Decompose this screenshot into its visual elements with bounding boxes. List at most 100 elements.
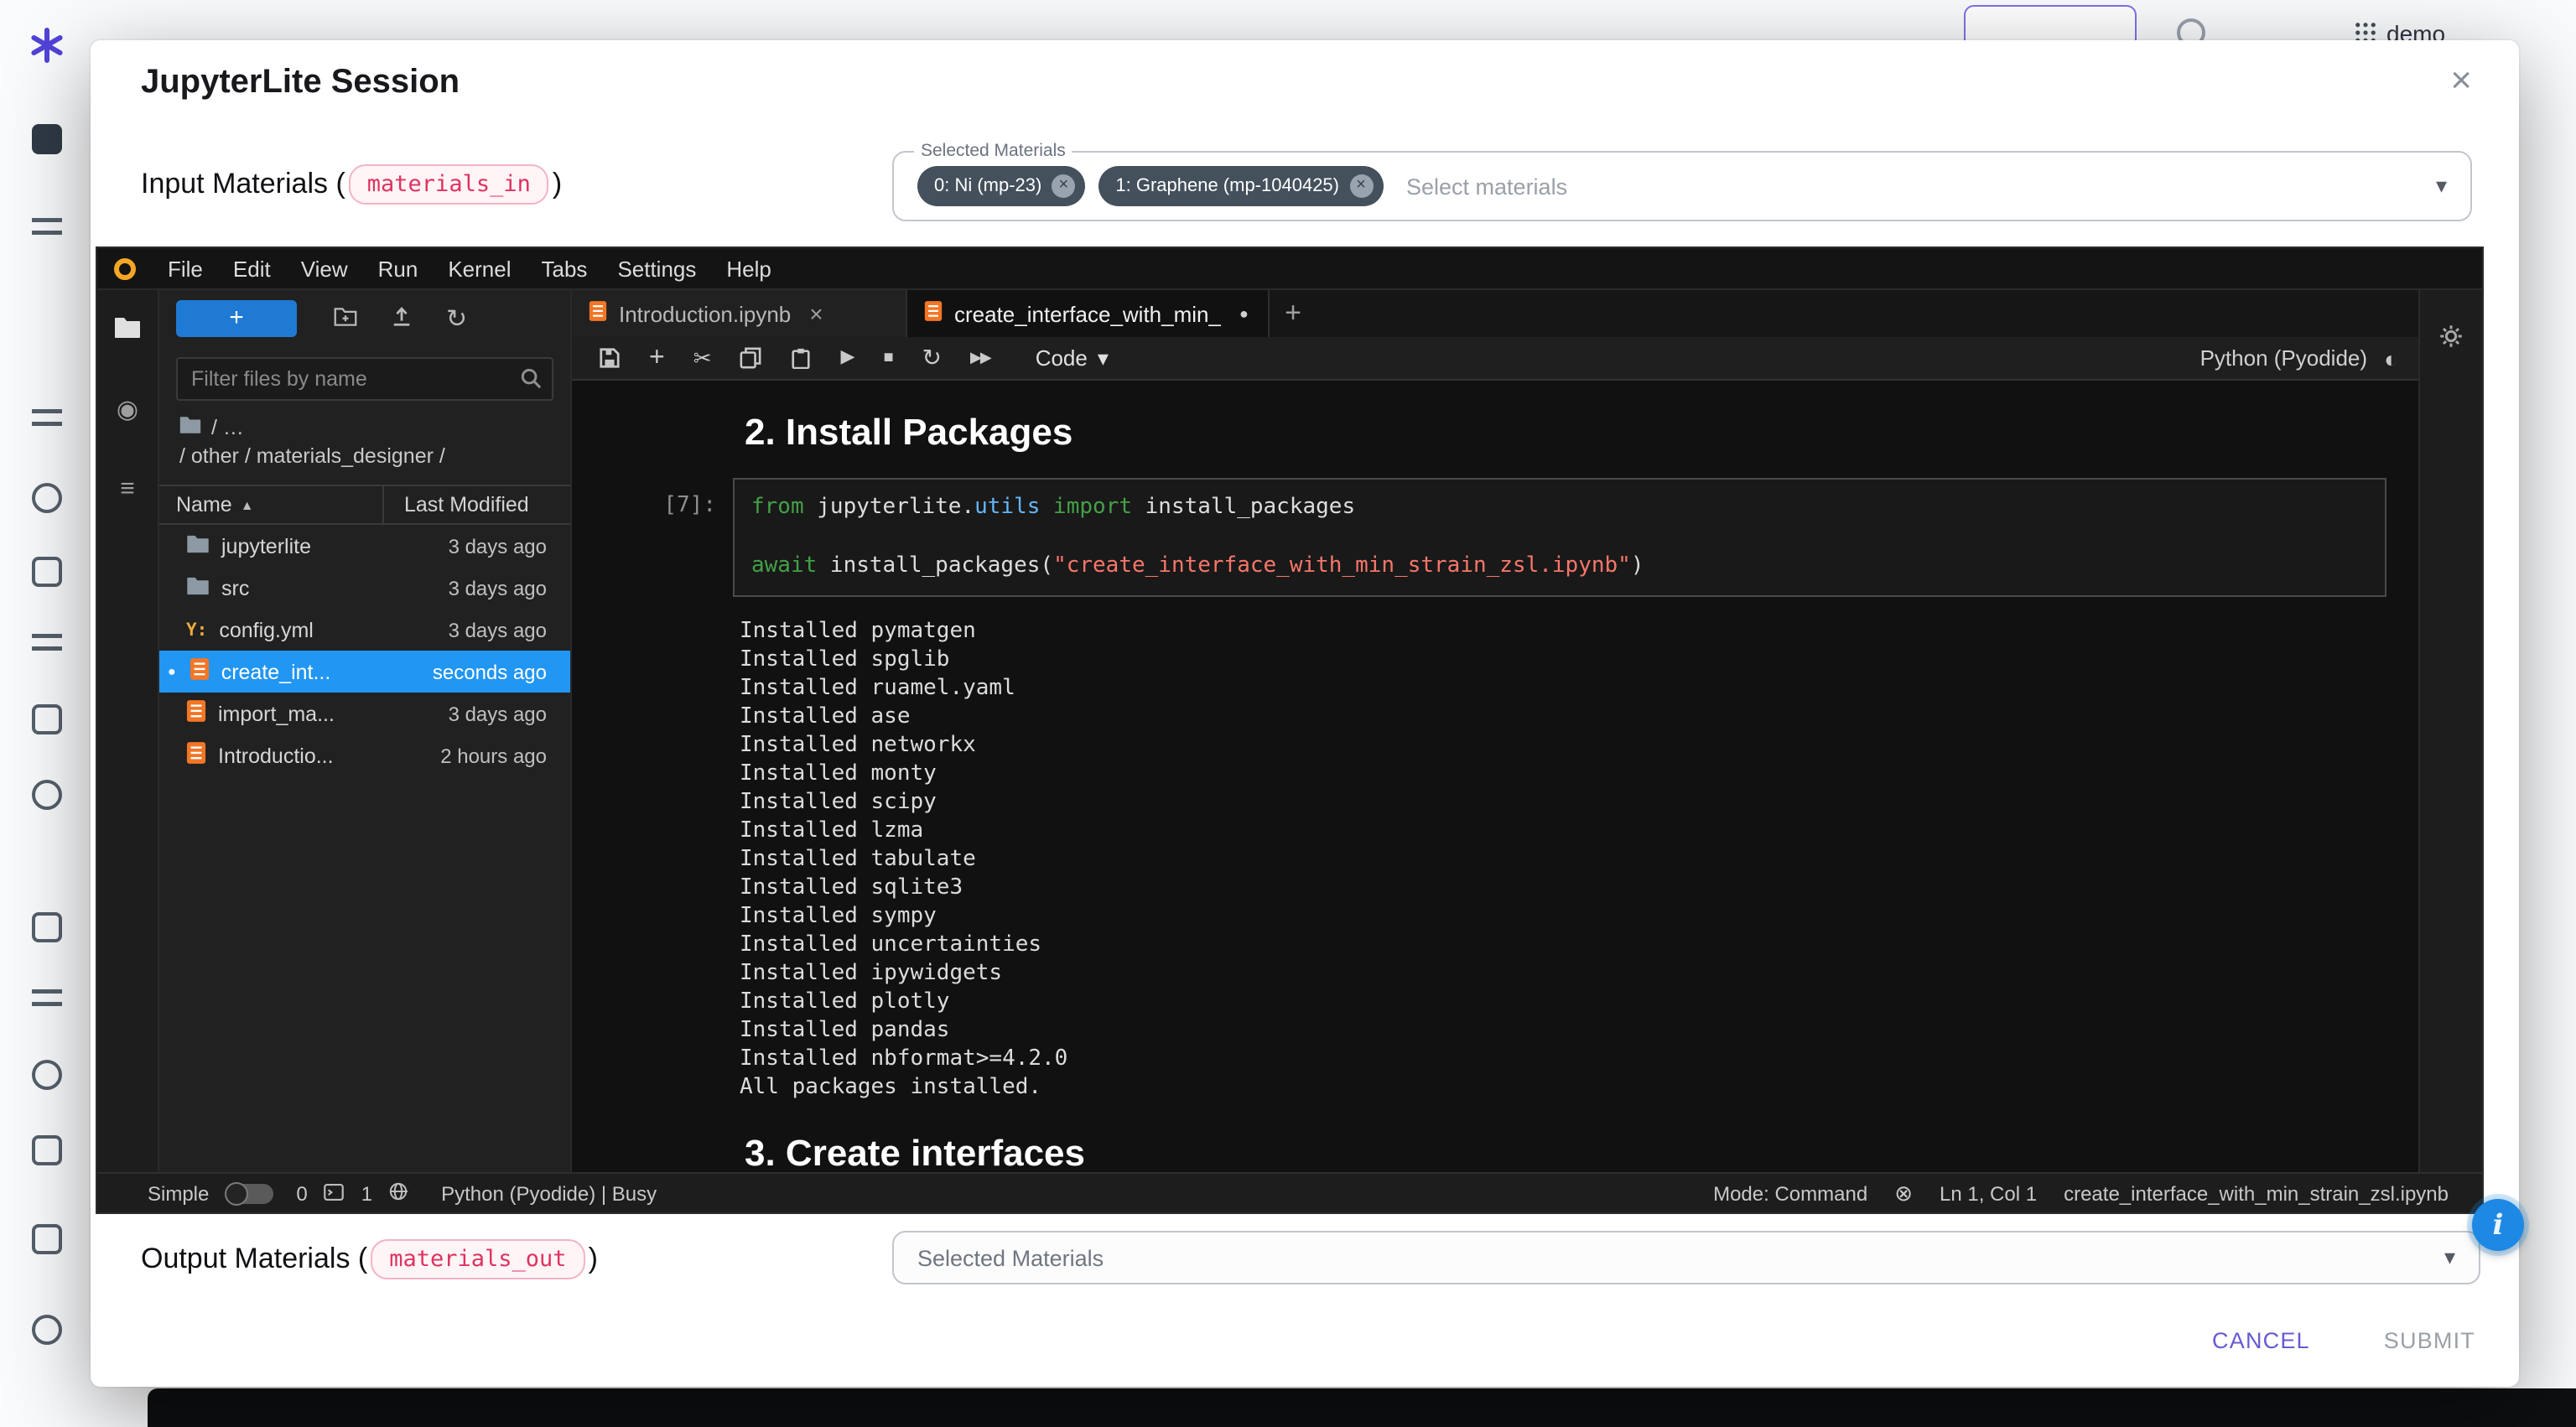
code-cell[interactable]: from jupyterlite.utils import install_pa…: [733, 478, 2386, 596]
file-filter-input[interactable]: [176, 357, 553, 401]
globe-icon: [389, 1181, 408, 1205]
tab-bar: Introduction.ipynb × create_interface_wi…: [572, 290, 2418, 337]
app-sidebar-icon[interactable]: [32, 704, 62, 734]
app-sidebar-icon[interactable]: [32, 218, 62, 243]
app-sidebar-icon[interactable]: [32, 1060, 62, 1090]
chip-close-icon[interactable]: ×: [1052, 174, 1075, 198]
breadcrumb[interactable]: / … / other / materials_designer /: [159, 407, 570, 471]
column-name[interactable]: Name▲: [159, 493, 382, 516]
restart-run-all-icon[interactable]: ▶▶: [970, 347, 990, 369]
file-row[interactable]: jupyterlite 3 days ago: [159, 525, 570, 567]
file-modified: 3 days ago: [449, 702, 570, 725]
simple-mode-toggle[interactable]: [226, 1183, 273, 1203]
selected-materials-select[interactable]: Selected Materials 0: Ni (mp-23)× 1: Gra…: [892, 151, 2472, 221]
code-line: from jupyterlite.utils import install_pa…: [751, 493, 2368, 522]
tab-introduction[interactable]: Introduction.ipynb ×: [572, 290, 907, 337]
app-sidebar-icon[interactable]: [32, 1224, 62, 1254]
file-row[interactable]: src 3 days ago: [159, 567, 570, 609]
cursor-position[interactable]: Ln 1, Col 1: [1940, 1181, 2037, 1205]
file-filter: [176, 357, 553, 401]
close-icon[interactable]: ×: [2450, 60, 2472, 101]
refresh-icon[interactable]: ↻: [446, 306, 467, 331]
paste-cell-icon[interactable]: [791, 347, 813, 369]
tab-dirty-icon[interactable]: ●: [1239, 305, 1249, 322]
file-name: create_int...: [221, 660, 331, 683]
code-line-empty: [751, 522, 2368, 552]
notebook-toolbar: + ✂ ▶ ■ ↻ ▶▶ Code▾ Python (Pyodide) ◐: [572, 337, 2418, 381]
cut-cell-icon[interactable]: ✂: [693, 347, 712, 369]
insert-cell-icon[interactable]: +: [649, 347, 665, 369]
kernel-status-text[interactable]: Python (Pyodide) | Busy: [441, 1181, 657, 1205]
table-of-contents-icon[interactable]: ≡: [120, 476, 135, 501]
menu-help[interactable]: Help: [711, 256, 787, 281]
app-sidebar: [0, 40, 91, 1427]
tab-close-icon[interactable]: ×: [809, 300, 823, 327]
file-row-selected[interactable]: ● create_int... seconds ago: [159, 651, 570, 693]
property-inspector-icon[interactable]: [2438, 324, 2464, 1172]
material-chip[interactable]: 1: Graphene (mp-1040425)×: [1098, 166, 1383, 206]
menu-kernel[interactable]: Kernel: [433, 256, 526, 281]
file-row[interactable]: Introductio... 2 hours ago: [159, 734, 570, 776]
add-tab-icon[interactable]: +: [1270, 290, 1317, 337]
menu-run[interactable]: Run: [363, 256, 434, 281]
cell-type-dropdown[interactable]: Code▾: [1036, 345, 1109, 371]
app-sidebar-icon[interactable]: [32, 557, 62, 587]
copy-cell-icon[interactable]: [740, 347, 762, 369]
app-sidebar-icon[interactable]: [32, 124, 62, 154]
materials-out-chip: materials_out: [371, 1239, 584, 1279]
toggle-knob: [224, 1181, 247, 1205]
menu-settings[interactable]: Settings: [602, 256, 711, 281]
menu-view[interactable]: View: [286, 256, 363, 281]
app-sidebar-icon[interactable]: [32, 989, 62, 1014]
app-sidebar-icon[interactable]: [32, 409, 62, 434]
input-label-prefix: Input Materials (: [141, 168, 345, 200]
menu-tabs[interactable]: Tabs: [527, 256, 603, 281]
kernel-name[interactable]: Python (Pyodide): [2200, 345, 2367, 371]
mode-indicator[interactable]: Mode: Command: [1713, 1181, 1867, 1205]
app-sidebar-icon[interactable]: [32, 912, 62, 942]
tab-create-interface[interactable]: create_interface_with_min_ ●: [907, 290, 1270, 337]
token-plain: jupyterlite.: [804, 495, 975, 520]
menu-file[interactable]: File: [153, 256, 218, 281]
chevron-down-icon[interactable]: ▾: [2436, 173, 2447, 200]
column-modified-label: Last Modified: [404, 493, 529, 516]
menu-edit[interactable]: Edit: [218, 256, 286, 281]
new-launcher-button[interactable]: +: [176, 300, 297, 337]
input-label-suffix: ): [553, 168, 562, 200]
breadcrumb-root[interactable]: / …: [211, 414, 244, 443]
breadcrumb-path[interactable]: / other / materials_designer /: [179, 443, 445, 471]
simple-mode-label: Simple: [148, 1181, 209, 1205]
file-name: jupyterlite: [221, 534, 311, 558]
file-row[interactable]: Y: config.yml 3 days ago: [159, 609, 570, 651]
file-row[interactable]: import_ma... 3 days ago: [159, 693, 570, 734]
upload-icon[interactable]: [391, 305, 413, 332]
jupyterlite-session-modal: JupyterLite Session × Input Materials (m…: [91, 40, 2519, 1387]
notebook-icon: [186, 699, 206, 728]
interrupt-icon[interactable]: ⊗: [1894, 1180, 1913, 1206]
file-browser-icon[interactable]: [114, 317, 141, 344]
material-chip[interactable]: 0: Ni (mp-23)×: [917, 166, 1085, 206]
column-last-modified[interactable]: Last Modified: [382, 486, 570, 523]
stop-kernel-icon[interactable]: ■: [883, 347, 893, 369]
app-sidebar-icon[interactable]: [32, 483, 62, 513]
current-file-name: create_interface_with_min_strain_zsl.ipy…: [2064, 1181, 2449, 1205]
jupyterlab-embed: File Edit View Run Kernel Tabs Settings …: [96, 246, 2484, 1214]
info-button[interactable]: i: [2472, 1199, 2524, 1251]
app-sidebar-icon[interactable]: [32, 634, 62, 659]
app-sidebar-icon[interactable]: [32, 1135, 62, 1165]
app-sidebar-icon[interactable]: [32, 1315, 62, 1345]
code-line: await install_packages("create_interface…: [751, 552, 2368, 581]
running-sessions-icon[interactable]: ◉: [117, 397, 138, 423]
run-cell-icon[interactable]: ▶: [841, 347, 855, 369]
new-folder-icon[interactable]: [334, 306, 357, 331]
submit-button[interactable]: SUBMIT: [2384, 1328, 2475, 1353]
chip-close-icon[interactable]: ×: [1349, 174, 1373, 198]
cancel-button[interactable]: CANCEL: [2212, 1328, 2310, 1353]
file-browser-panel: + ↻ / … / other / materials_designer /: [159, 290, 572, 1172]
save-icon[interactable]: [599, 347, 621, 369]
notebook-icon: [924, 300, 943, 327]
output-materials-select[interactable]: Selected Materials ▾: [892, 1231, 2480, 1284]
right-sidebar: [2418, 290, 2482, 1172]
app-sidebar-icon[interactable]: [32, 780, 62, 810]
restart-kernel-icon[interactable]: ↻: [922, 347, 942, 369]
